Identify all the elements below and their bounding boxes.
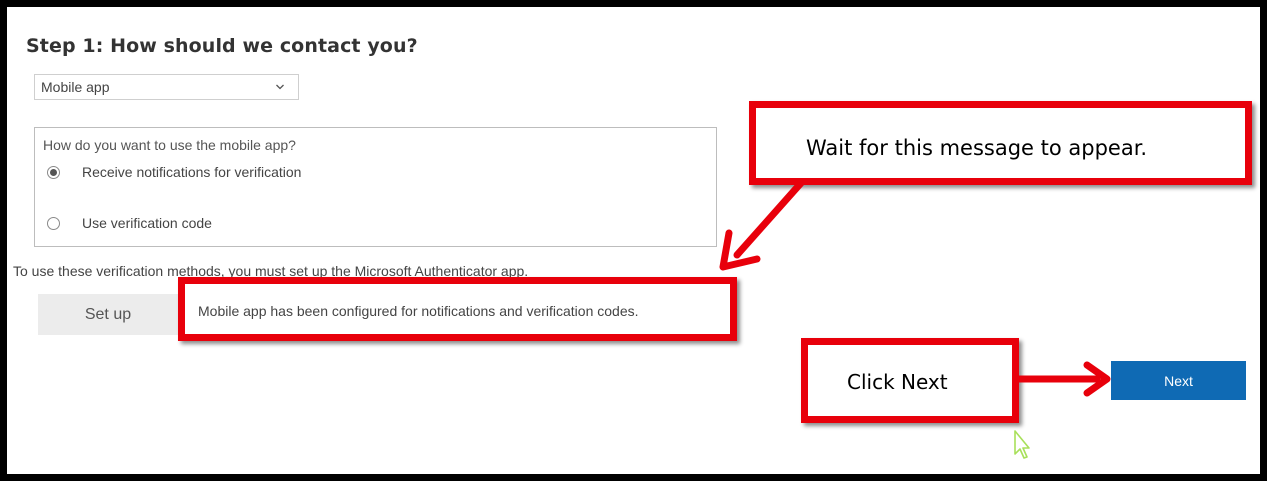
mouse-cursor-icon — [1014, 430, 1030, 459]
arrow-to-message — [719, 179, 805, 271]
arrow-to-next — [1015, 361, 1111, 397]
mfa-setup-panel: Step 1: How should we contact you? Mobil… — [7, 7, 1260, 474]
annotation-overlay — [719, 179, 1111, 459]
